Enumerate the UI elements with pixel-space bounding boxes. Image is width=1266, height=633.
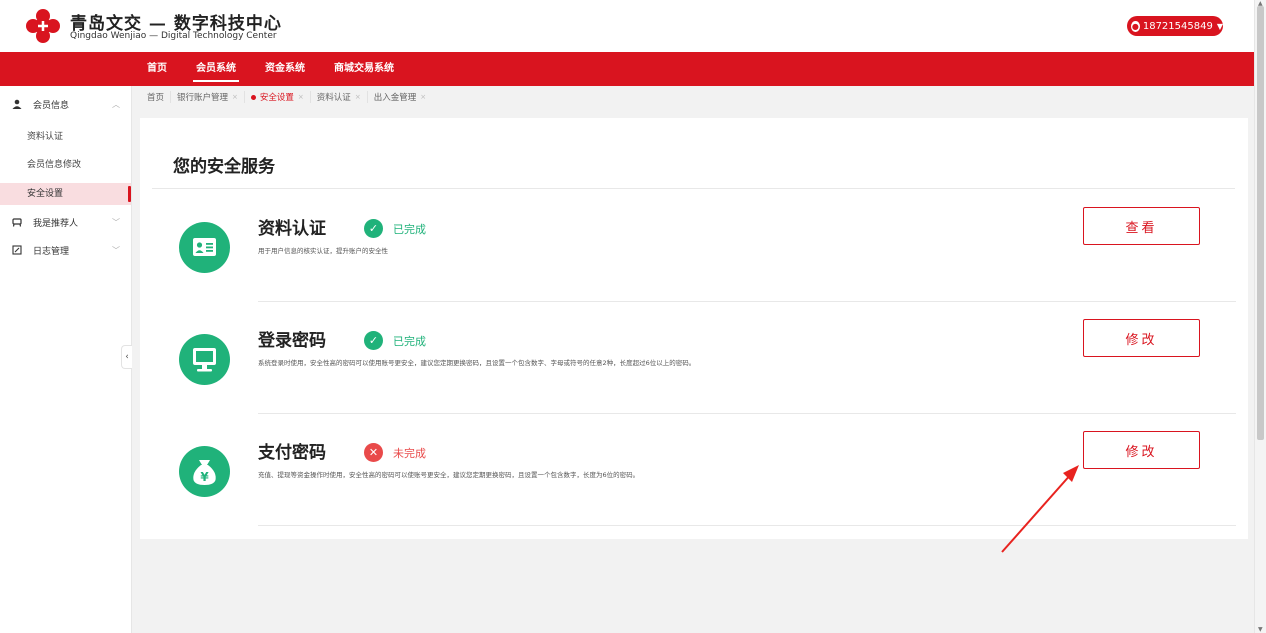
chevron-left-icon: ‹ — [125, 352, 129, 362]
id-card-icon — [179, 222, 230, 273]
item-name: 支付密码 — [258, 443, 326, 463]
page-title: 您的安全服务 — [173, 157, 275, 177]
close-icon[interactable]: × — [355, 93, 361, 101]
chevron-down-icon: ﹀ — [112, 217, 120, 227]
nav-item-member-system[interactable]: 会员系统 — [193, 52, 239, 86]
scroll-down-icon[interactable]: ▼ — [1258, 626, 1263, 633]
sidebar-group-label: 会员信息 — [33, 100, 70, 111]
user-menu-button[interactable]: ● 18721545849 ▼ — [1127, 16, 1223, 36]
logo-icon — [26, 9, 60, 43]
logo-subtitle: Qingdao Wenjiao — Digital Technology Cen… — [70, 31, 277, 41]
status-text: 已完成 — [393, 223, 426, 236]
tab-profile-verification[interactable]: 资料认证 × — [311, 91, 368, 103]
sidebar-item-member-info-edit[interactable]: 会员信息修改 — [0, 154, 131, 176]
edit-login-password-button[interactable]: 修改 — [1083, 319, 1200, 357]
sidebar-item-profile-verification[interactable]: 资料认证 — [0, 126, 131, 148]
status-text: 未完成 — [393, 447, 426, 460]
close-icon: ✕ — [364, 443, 383, 462]
tab-label: 银行账户管理 — [177, 93, 229, 103]
scrollbar[interactable]: ▲ ▼ — [1254, 0, 1266, 633]
divider — [258, 525, 1236, 526]
chevron-down-icon: ﹀ — [112, 245, 120, 255]
log-icon — [12, 245, 22, 255]
tab-security-settings[interactable]: 安全设置 × — [245, 91, 311, 103]
edit-payment-password-button[interactable]: 修改 — [1083, 431, 1200, 469]
item-description: 系统登录时使用，安全性高的密码可以使用账号更安全，建议您定期更换密码，且设置一个… — [258, 359, 696, 367]
close-icon[interactable]: × — [232, 93, 238, 101]
check-icon: ✓ — [364, 331, 383, 350]
close-icon[interactable]: × — [298, 93, 304, 101]
sidebar-collapse-button[interactable]: ‹ — [121, 345, 132, 369]
nav-item-funds-system[interactable]: 资金系统 — [265, 52, 305, 86]
money-bag-icon: ¥ — [179, 446, 230, 497]
tab-label: 资料认证 — [316, 93, 351, 103]
item-name: 资料认证 — [258, 219, 326, 239]
chevron-down-icon: ▼ — [1216, 21, 1223, 31]
nav-item-mall-trading-system[interactable]: 商城交易系统 — [334, 52, 394, 86]
tab-label: 首页 — [147, 93, 165, 103]
check-icon: ✓ — [364, 219, 383, 238]
item-description: 用于用户信息的核实认证，提升账户的安全性 — [258, 247, 388, 255]
status-text: 已完成 — [393, 335, 426, 348]
divider — [152, 188, 1235, 189]
recommend-icon — [12, 217, 22, 227]
sidebar: 会员信息 ︿ 资料认证 会员信息修改 安全设置 我是推荐人 ﹀ 日志管理 ﹀ — [0, 86, 132, 633]
user-icon: ● — [1131, 20, 1140, 32]
security-item-payment-password: ¥ 支付密码 ✕ 未完成 充值、提现等资金操作时使用，安全性高的密码可以使账号更… — [140, 414, 1248, 526]
chevron-up-icon: ︿ — [112, 99, 120, 109]
user-phone: 18721545849 — [1142, 20, 1213, 32]
top-header: 青岛文交 — 数字科技中心 Qingdao Wenjiao — Digital … — [0, 0, 1254, 52]
sidebar-group-log-management[interactable]: 日志管理 ﹀ — [0, 237, 131, 263]
sidebar-group-label: 我是推荐人 — [33, 218, 79, 229]
person-icon — [12, 99, 22, 109]
main-nav: 首页 会员系统 资金系统 商城交易系统 — [0, 52, 1254, 86]
sidebar-group-recommender[interactable]: 我是推荐人 ﹀ — [0, 209, 131, 235]
view-button[interactable]: 查看 — [1083, 207, 1200, 245]
tab-label: 安全设置 — [259, 93, 294, 103]
tab-deposit-withdraw[interactable]: 出入金管理 × — [368, 91, 432, 103]
sidebar-item-security-settings[interactable]: 安全设置 — [0, 183, 131, 205]
security-item-profile-verification: 资料认证 ✓ 已完成 用于用户信息的核实认证，提升账户的安全性 查看 — [140, 190, 1248, 302]
item-description: 充值、提现等资金操作时使用，安全性高的密码可以使账号更安全，建议您定期更换密码，… — [258, 471, 640, 479]
tab-bank-accounts[interactable]: 银行账户管理 × — [171, 91, 245, 103]
security-services-card: 您的安全服务 资料认证 ✓ 已完成 用于用户信息的核实认证，提升账户的安全性 查… — [140, 118, 1248, 539]
sidebar-group-member-info[interactable]: 会员信息 ︿ — [0, 91, 131, 117]
close-icon[interactable]: × — [420, 93, 426, 101]
tab-label: 出入金管理 — [373, 93, 417, 103]
item-name: 登录密码 — [258, 331, 326, 351]
sidebar-group-label: 日志管理 — [33, 246, 70, 257]
security-item-login-password: 登录密码 ✓ 已完成 系统登录时使用，安全性高的密码可以使用账号更安全，建议您定… — [140, 302, 1248, 414]
scrollbar-thumb[interactable] — [1257, 6, 1264, 440]
tab-home[interactable]: 首页 — [141, 91, 172, 103]
page-tabs: 首页 银行账户管理 × 安全设置 × 资料认证 × 出入金管理 × — [141, 88, 432, 106]
nav-item-home[interactable]: 首页 — [147, 52, 167, 86]
monitor-icon — [179, 334, 230, 385]
svg-text:¥: ¥ — [200, 470, 209, 484]
active-dot-icon — [250, 94, 256, 100]
